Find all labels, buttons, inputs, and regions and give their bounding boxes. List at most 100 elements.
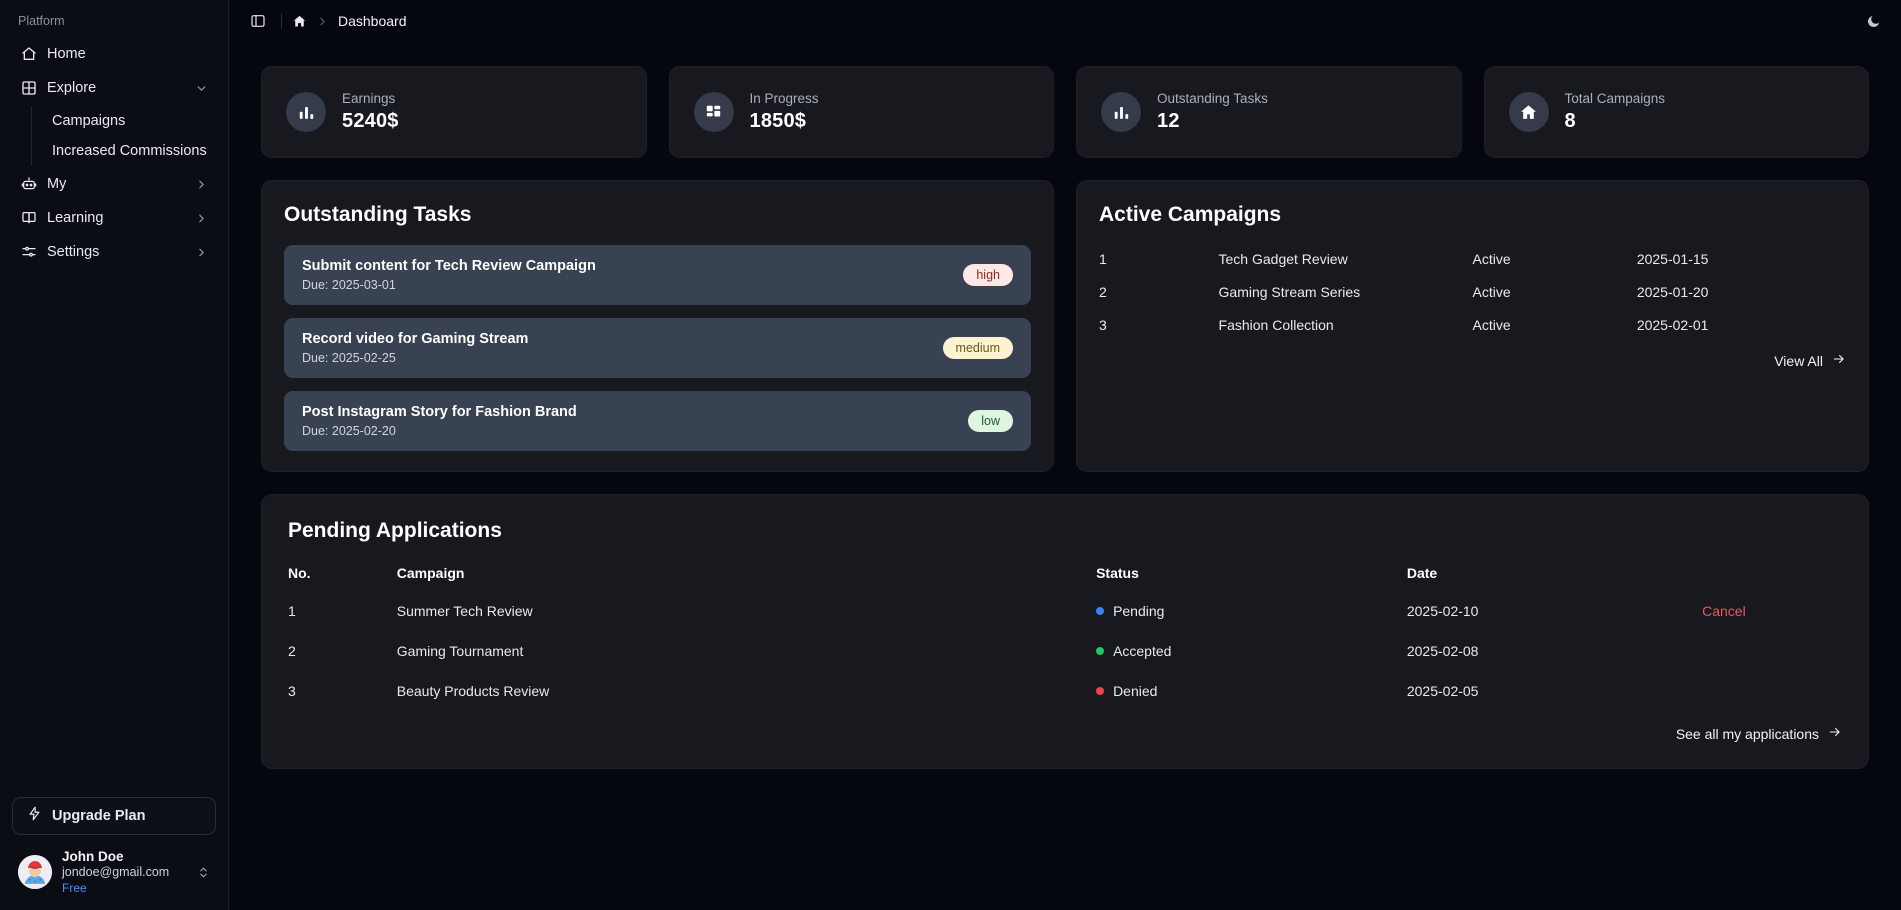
application-date: 2025-02-05 xyxy=(1406,683,1479,699)
stat-label: In Progress xyxy=(749,91,819,106)
panel-title: Outstanding Tasks xyxy=(284,203,472,226)
table-row[interactable]: 1 Summer Tech Review Pending 2025-02-10 … xyxy=(288,603,1842,643)
sidebar-item-label: My xyxy=(47,176,67,192)
stat-text: Total Campaigns 8 xyxy=(1565,91,1666,133)
stat-card-total-campaigns[interactable]: Total Campaigns 8 xyxy=(1483,66,1869,158)
status-label: Denied xyxy=(1113,683,1158,699)
sidebar-section-label: Platform xyxy=(18,14,65,28)
chevrons-up-down-icon[interactable] xyxy=(196,866,210,879)
panels-row: Outstanding Tasks Submit content for Tec… xyxy=(261,180,1869,472)
column-header-status: Status xyxy=(1096,565,1139,581)
column-header-campaign: Campaign xyxy=(396,565,465,581)
stat-label: Outstanding Tasks xyxy=(1157,91,1268,106)
view-all-link[interactable]: View All xyxy=(1774,352,1846,369)
robot-icon xyxy=(20,176,37,193)
sidebar-item-home[interactable]: Home xyxy=(12,38,216,70)
app-root: Platform Home Explore Campaigns Increase… xyxy=(0,0,1901,910)
stat-text: Outstanding Tasks 12 xyxy=(1157,91,1268,133)
sidebar-toggle-icon[interactable] xyxy=(245,8,271,34)
priority-badge: high xyxy=(963,264,1013,286)
layout-dashboard-icon xyxy=(693,92,734,132)
dashboard-content: Earnings 5240$ In Progress 1850$ Outstan… xyxy=(229,42,1901,769)
chevron-right-icon[interactable] xyxy=(194,211,208,225)
stat-card-earnings[interactable]: Earnings 5240$ xyxy=(261,66,647,158)
sidebar-item-label: Settings xyxy=(47,244,100,260)
task-item[interactable]: Submit content for Tech Review Campaign … xyxy=(284,245,1031,305)
table-row[interactable]: 3 Fashion Collection Active 2025-02-01 xyxy=(1099,311,1846,344)
sidebar-footer: Upgrade Plan John Doe jondoe@gmail.com F… xyxy=(0,796,228,910)
cancel-button[interactable]: Cancel xyxy=(1702,603,1746,619)
home-icon xyxy=(20,46,37,63)
application-action xyxy=(1702,683,1842,723)
sliders-icon xyxy=(20,244,37,261)
priority-badge: low xyxy=(968,410,1013,432)
see-all-applications-link[interactable]: See all my applications xyxy=(1676,725,1842,742)
stat-cards: Earnings 5240$ In Progress 1850$ Outstan… xyxy=(261,66,1869,158)
user-profile-row[interactable]: John Doe jondoe@gmail.com Free xyxy=(12,845,216,903)
column-header-no: No. xyxy=(288,565,311,581)
application-no: 2 xyxy=(288,643,296,659)
stat-value: 8 xyxy=(1564,110,1576,132)
table-header-row: No. Campaign Status Date xyxy=(288,561,1842,603)
campaign-status: Active xyxy=(1472,284,1511,300)
chevron-right-icon[interactable] xyxy=(194,245,208,259)
panel-title: Active Campaigns xyxy=(1099,203,1282,226)
task-main: Record video for Gaming Stream Due: 2025… xyxy=(302,331,943,365)
see-all-row: See all my applications xyxy=(288,725,1842,742)
campaign-date: 2025-01-20 xyxy=(1636,284,1709,300)
sidebar-subitem-label: Campaigns xyxy=(52,113,126,129)
application-status: Denied xyxy=(1096,683,1407,723)
task-item[interactable]: Post Instagram Story for Fashion Brand D… xyxy=(284,391,1031,451)
moon-icon[interactable] xyxy=(1859,7,1887,35)
stat-value: 5240$ xyxy=(342,110,399,132)
sidebar-item-learning[interactable]: Learning xyxy=(12,202,216,234)
task-main: Post Instagram Story for Fashion Brand D… xyxy=(302,404,968,438)
stat-text: Earnings 5240$ xyxy=(342,91,399,133)
sidebar-item-my[interactable]: My xyxy=(12,168,216,200)
task-title: Submit content for Tech Review Campaign xyxy=(302,258,596,274)
sidebar: Platform Home Explore Campaigns Increase… xyxy=(0,0,229,910)
breadcrumb-current[interactable]: Dashboard xyxy=(338,13,407,29)
sidebar-item-label: Explore xyxy=(47,80,97,96)
arrow-right-icon xyxy=(1828,725,1842,742)
chevron-right-icon[interactable] xyxy=(194,177,208,191)
stat-card-in-progress[interactable]: In Progress 1850$ xyxy=(668,66,1054,158)
panel-title: Pending Applications xyxy=(288,519,502,542)
table-row[interactable]: 2 Gaming Tournament Accepted 2025-02-08 xyxy=(288,643,1842,683)
upgrade-plan-button[interactable]: Upgrade Plan xyxy=(12,796,216,835)
user-meta: John Doe jondoe@gmail.com Free xyxy=(62,849,186,897)
task-item[interactable]: Record video for Gaming Stream Due: 2025… xyxy=(284,318,1031,378)
avatar xyxy=(18,855,52,890)
topbar: Dashboard xyxy=(229,0,1901,42)
stat-value: 12 xyxy=(1157,110,1180,132)
breadcrumb-home-icon[interactable] xyxy=(292,14,307,29)
status-dot xyxy=(1096,687,1105,695)
stat-card-outstanding-tasks[interactable]: Outstanding Tasks 12 xyxy=(1076,66,1462,158)
sidebar-item-explore[interactable]: Explore xyxy=(12,72,216,104)
sidebar-subitem-label: Increased Commissions xyxy=(52,143,207,159)
sidebar-item-settings[interactable]: Settings xyxy=(12,236,216,268)
campaign-name: Tech Gadget Review xyxy=(1218,251,1348,267)
sidebar-item-campaigns[interactable]: Campaigns xyxy=(32,106,216,136)
active-campaigns-panel: Active Campaigns 1 Tech Gadget Review Ac… xyxy=(1076,180,1869,472)
application-no: 3 xyxy=(288,683,296,699)
lightning-icon xyxy=(27,806,42,825)
application-campaign: Summer Tech Review xyxy=(396,603,533,619)
bar-chart-icon xyxy=(286,92,326,132)
book-icon xyxy=(20,210,37,227)
table-row[interactable]: 1 Tech Gadget Review Active 2025-01-15 xyxy=(1099,245,1846,278)
status-dot xyxy=(1096,607,1105,615)
table-row[interactable]: 2 Gaming Stream Series Active 2025-01-20 xyxy=(1099,278,1846,311)
user-plan-badge: Free xyxy=(62,881,87,895)
breadcrumb: Dashboard xyxy=(292,13,407,29)
user-email: jondoe@gmail.com xyxy=(62,865,170,880)
sidebar-item-label: Home xyxy=(47,46,86,62)
pending-applications-panel: Pending Applications No. Campaign Status… xyxy=(261,494,1869,769)
table-row[interactable]: 3 Beauty Products Review Denied 2025-02-… xyxy=(288,683,1842,723)
view-all-row: View All xyxy=(1099,352,1846,369)
sidebar-item-increased-commissions[interactable]: Increased Commissions xyxy=(32,136,216,166)
campaign-name: Fashion Collection xyxy=(1218,317,1334,333)
chevron-down-icon[interactable] xyxy=(194,81,208,95)
topbar-divider xyxy=(281,13,282,29)
campaign-date: 2025-02-01 xyxy=(1636,317,1709,333)
